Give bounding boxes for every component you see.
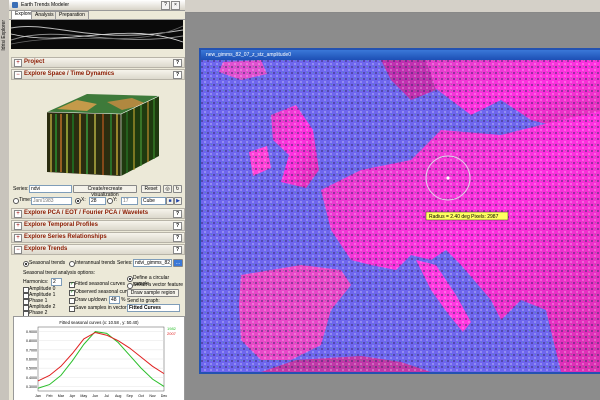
- y-tick-label: 0.9000: [26, 330, 37, 334]
- space-time-cube[interactable]: [37, 84, 167, 180]
- y-tick-label: 0.5000: [26, 367, 37, 371]
- section-project[interactable]: + Project ?: [11, 57, 185, 68]
- tab-preparation[interactable]: Preparation: [55, 11, 89, 19]
- wave-banner-icon: [11, 25, 183, 45]
- x-tick-label: Aug: [115, 394, 121, 398]
- tab-analysis[interactable]: Analysis: [31, 11, 58, 19]
- expand-icon[interactable]: +: [14, 210, 22, 218]
- section-label: Explore Trends: [24, 246, 68, 252]
- percent-label: %: [121, 297, 126, 303]
- map-window-title: new_gimms_82_07_z_stz_amplitude0: [206, 52, 292, 58]
- seasonal-curves-chart: Fitted seasonal curves (x: 10.58 , y: 50…: [13, 316, 185, 400]
- time-input[interactable]: Jan/1983: [31, 197, 72, 205]
- y-label: Y:: [113, 197, 118, 203]
- help-icon[interactable]: ?: [173, 234, 182, 242]
- sync-icon[interactable]: ↻: [173, 185, 182, 193]
- harmonics-label: Harmonics:: [23, 279, 49, 285]
- x-tick-label: May: [80, 394, 87, 398]
- fitted-curves-label: Fitted seasonal curves: [75, 281, 126, 287]
- legend-entry: 2007: [167, 331, 177, 336]
- help-icon[interactable]: ?: [173, 59, 182, 67]
- section-trends[interactable]: − Explore Trends ?: [11, 244, 185, 255]
- section-pca[interactable]: + Explore PCA / EOT / Fourier PCA / Wave…: [11, 208, 185, 219]
- close-icon[interactable]: ×: [171, 1, 180, 10]
- x-tick-label: Jun: [92, 394, 98, 398]
- x-tick-label: Nov: [149, 394, 156, 398]
- series-label: Series:: [13, 186, 29, 192]
- help-icon[interactable]: ?: [173, 210, 182, 218]
- x-tick-label: Feb: [46, 394, 52, 398]
- help-icon[interactable]: ?: [173, 71, 182, 79]
- draw-sample-region-button[interactable]: Draw sample region: [127, 289, 179, 297]
- chart-svg: Fitted seasonal curves (x: 10.58 , y: 50…: [26, 320, 177, 398]
- section-label: Explore Space / Time Dynamics: [24, 71, 115, 77]
- panel-title: Earth Trends Modeler: [21, 2, 70, 8]
- y-tick-label: 0.3000: [26, 385, 37, 389]
- help-icon[interactable]: ?: [173, 222, 182, 230]
- analysis-options-label: Seasonal trend analysis options:: [23, 270, 95, 276]
- x-label: X:: [81, 197, 86, 203]
- y-tick-label: 0.7000: [26, 348, 37, 352]
- x-tick-label: Jan: [35, 394, 41, 398]
- time-label: Time:: [19, 197, 32, 203]
- y-input[interactable]: 17: [121, 197, 138, 205]
- x-tick-label: Sep: [126, 394, 132, 398]
- reset-button[interactable]: Reset: [141, 185, 161, 193]
- sample-tooltip: Radius = 2.40 deg Pixels: 2987: [429, 214, 499, 220]
- x-tick-label: Oct: [138, 394, 144, 398]
- section-label: Project: [24, 59, 45, 65]
- series-select[interactable]: ndvi: [29, 185, 72, 193]
- zoom-icon[interactable]: ◎: [163, 185, 172, 193]
- vector-feature-label: Select a vector feature: [133, 282, 184, 288]
- play-icon[interactable]: ▶: [174, 197, 182, 205]
- workspace-toolbar: [185, 0, 600, 13]
- y-tick-label: 0.8000: [26, 339, 37, 343]
- map-workspace: new_gimms_82_07_z_stz_amplitude0 Radius …: [185, 0, 600, 400]
- section-label: Explore PCA / EOT / Fourier PCA / Wavele…: [24, 210, 149, 216]
- browse-icon[interactable]: …: [173, 259, 183, 267]
- section-label: Explore Series Relationships: [24, 234, 107, 240]
- trend-series-label: Series:: [117, 260, 133, 266]
- chart-title: Fitted seasonal curves (x: 10.58 , y: 50…: [59, 320, 139, 325]
- europe-map-image[interactable]: Radius = 2.40 deg Pixels: 2987: [201, 60, 600, 372]
- earth-trends-panel: Earth Trends Modeler ? × Explore Analysi…: [9, 0, 185, 400]
- x-tick-label: Jul: [104, 394, 109, 398]
- cube-visualization-icon: [46, 94, 160, 176]
- banner-graphic: [11, 20, 183, 49]
- create-visualization-button[interactable]: Create/recreate visualization: [73, 185, 137, 198]
- y-tick-label: 0.6000: [26, 358, 37, 362]
- help-icon[interactable]: ?: [173, 246, 182, 254]
- view-mode-select[interactable]: Cube: [141, 197, 166, 205]
- collapse-icon[interactable]: −: [14, 246, 22, 254]
- stop-icon[interactable]: ■: [166, 197, 174, 205]
- draw-updown-label: Draw up/down: [75, 297, 107, 303]
- x-tick-label: Mar: [58, 394, 65, 398]
- x-input[interactable]: 28: [89, 197, 106, 205]
- send-graph-select[interactable]: Fitted Curves: [127, 304, 180, 312]
- observed-curves-label: Observed seasonal curves: [75, 289, 135, 295]
- section-temporal-profiles[interactable]: + Explore Temporal Profiles ?: [11, 220, 185, 231]
- interannual-trends-label: Interannual trends: [75, 260, 116, 266]
- app-icon: [12, 2, 18, 8]
- y-tick-label: 0.4000: [26, 376, 37, 380]
- side-tab-label: Idrisi Explorer: [1, 20, 7, 51]
- panel-tabs: Explore Analysis Preparation: [9, 10, 185, 20]
- collapse-icon[interactable]: −: [14, 71, 22, 79]
- seasonal-trends-label: Seasonal trends: [29, 260, 66, 266]
- harmonics-input[interactable]: 2: [51, 278, 62, 286]
- section-label: Explore Temporal Profiles: [24, 222, 98, 228]
- section-series-relationships[interactable]: + Explore Series Relationships ?: [11, 232, 185, 243]
- expand-icon[interactable]: +: [14, 222, 22, 230]
- expand-icon[interactable]: +: [14, 234, 22, 242]
- section-space-time[interactable]: − Explore Space / Time Dynamics ?: [11, 69, 185, 80]
- map-window-titlebar: new_gimms_82_07_z_stz_amplitude0: [201, 50, 600, 60]
- help-icon[interactable]: ?: [161, 1, 170, 10]
- draw-updown-input[interactable]: 48: [109, 296, 120, 304]
- expand-icon[interactable]: +: [14, 59, 22, 67]
- map-window[interactable]: new_gimms_82_07_z_stz_amplitude0 Radius …: [199, 48, 600, 374]
- trend-series-select[interactable]: ndvi_gimms_82_07_s...: [133, 259, 172, 267]
- x-tick-label: Dec: [161, 394, 168, 398]
- x-tick-label: Apr: [70, 394, 76, 398]
